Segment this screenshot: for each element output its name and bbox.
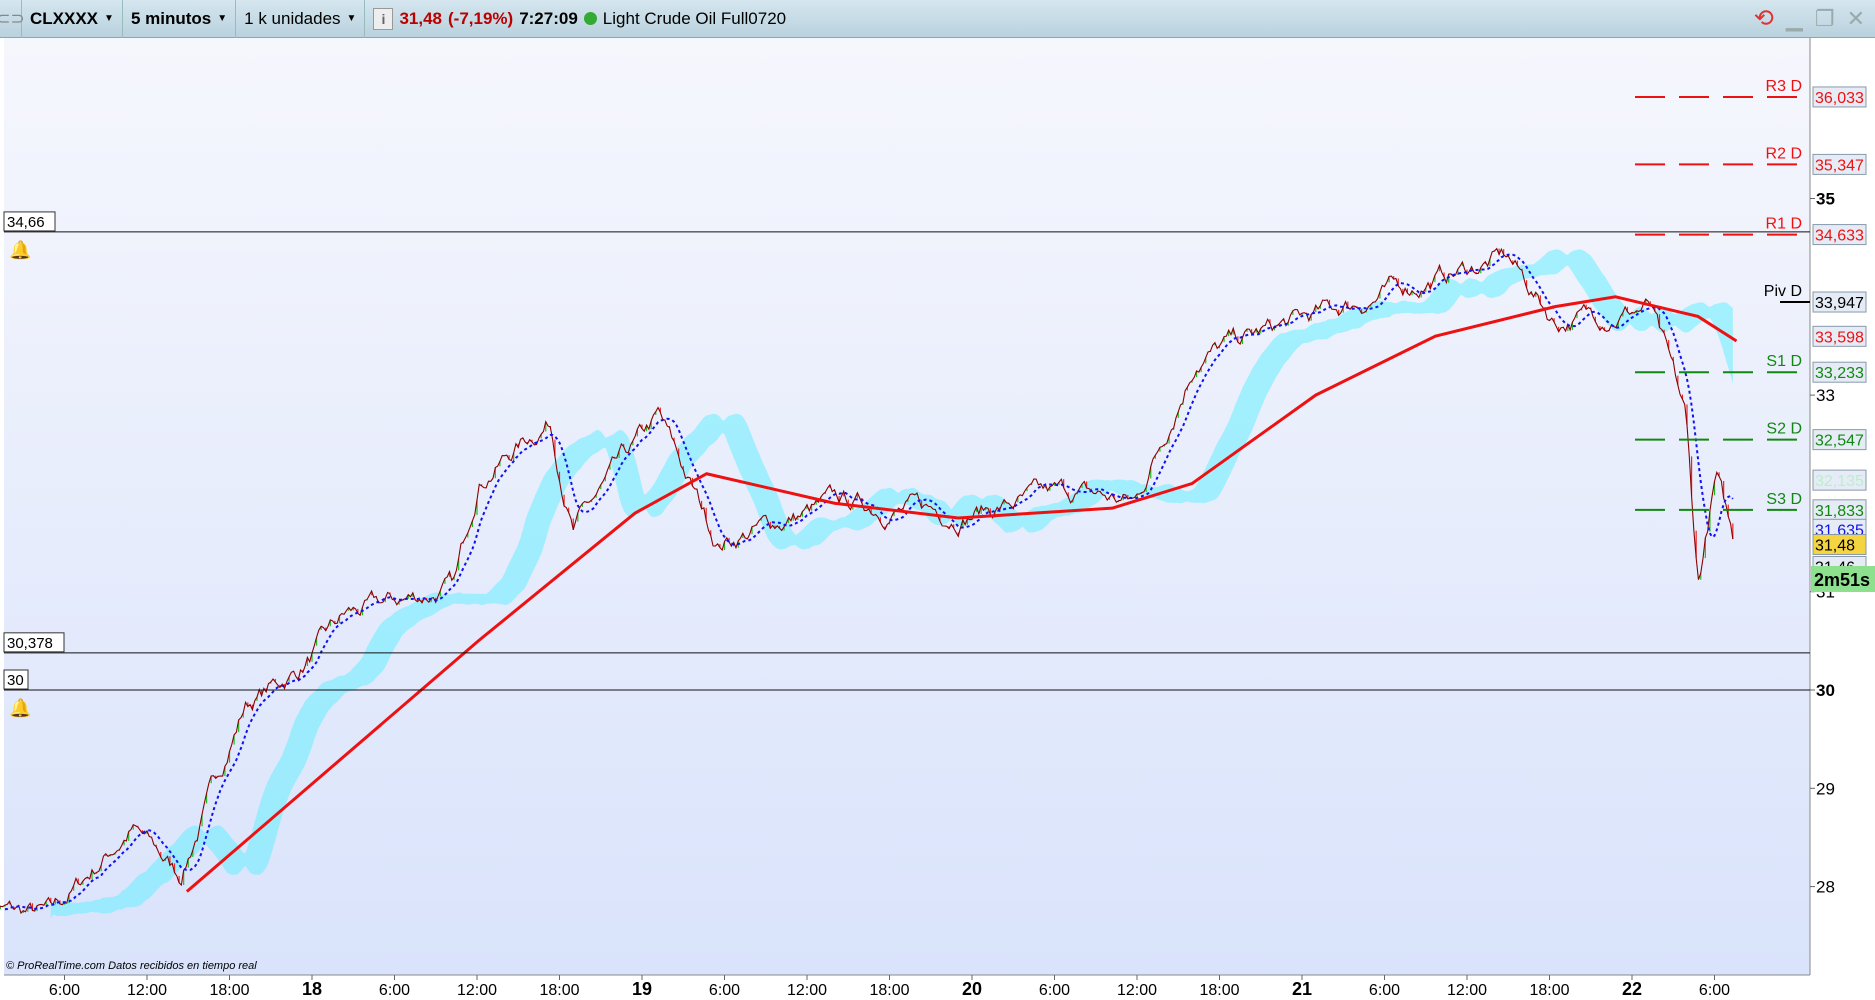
instrument-name: Light Crude Oil Full0720 [602,8,787,28]
y-tick-label: 30 [1816,681,1835,700]
x-tick-label: 18:00 [539,982,579,999]
instrument-selector[interactable]: CLXXXX ▼ [22,0,123,38]
x-tick-label: 6:00 [49,982,80,999]
x-tick-label: 6:00 [1699,982,1730,999]
chevron-down-icon: ▼ [346,13,357,24]
timeframe-label: 5 minutos [130,8,212,28]
x-tick-label: 12:00 [127,982,167,999]
pivot-name: S1 D [1766,353,1802,370]
pivot-value: 31,833 [1815,503,1864,520]
pivot-name: Piv D [1764,283,1802,300]
pivot-value: 33,947 [1815,295,1864,312]
y-tick-label: 28 [1816,878,1835,897]
price-chart[interactable]: 34,66 🔔 30,378 30 🔔 R3 D R2 D R1 D Piv D S1 D S2 D… [0,0,1875,1000]
countdown-text: 2m51s [1814,570,1870,590]
y-tick-label: 35 [1816,190,1835,209]
line-label: 34,66 [7,214,45,231]
x-tick-label: 22 [1622,979,1642,999]
x-tick-label: 20 [962,979,982,999]
chevron-down-icon: ▼ [104,13,114,24]
y-tick-label: 29 [1816,779,1835,798]
link-icon[interactable]: ⊂⊃ [0,0,25,38]
x-tick-label: 18 [302,979,322,999]
x-tick-label: 18:00 [1199,982,1239,999]
chart-toolbar: ⊂⊃ CLXXXX ▼ 5 minutos ▼ 1 k unidades ▼ i 31… [0,0,1875,38]
x-tick-label: 12:00 [1117,982,1157,999]
info-icon[interactable]: i [373,7,394,30]
x-tick-label: 21 [1292,979,1312,999]
y-tick-label: 33 [1816,386,1835,405]
realtime-status-icon [583,12,597,25]
x-tick-label: 18:00 [869,982,909,999]
pivot-value: 35,347 [1815,157,1864,174]
close-icon[interactable]: ✕ [1847,6,1865,32]
timeframe-selector[interactable]: 5 minutos ▼ [123,0,237,38]
x-tick-label: 6:00 [1039,982,1070,999]
x-tick-label: 6:00 [379,982,410,999]
alert-bell-icon: 🔔 [9,698,31,718]
units-selector[interactable]: 1 k unidades ▼ [236,0,366,38]
minimize-icon[interactable]: ▁ [1786,6,1803,32]
copyright-text: © ProRealTime.com Datos recibidos en tie… [6,960,257,972]
line-label: 30 [7,672,24,689]
pivot-name: R3 D [1766,78,1802,95]
restore-icon[interactable]: ❐ [1815,6,1835,32]
x-tick-label: 19 [632,979,652,999]
quote-info: i 31,48 (-7,19%) 7:27:09 Light Crude Oil… [365,0,794,38]
axis-marker-value: 31,48 [1815,538,1855,555]
pivot-value: 34,633 [1815,228,1864,245]
pivot-value: 33,233 [1815,365,1864,382]
x-tick-label: 6:00 [709,982,740,999]
x-tick-label: 12:00 [787,982,827,999]
pivot-value: 36,033 [1815,90,1864,107]
pivot-name: S3 D [1766,491,1802,508]
last-price: 31,48 [399,8,442,28]
x-tick-label: 6:00 [1369,982,1400,999]
copyright: © ProRealTime.com [6,960,105,972]
x-tick-label: 18:00 [209,982,249,999]
alert-bell-icon: 🔔 [9,240,31,260]
pivot-name: R1 D [1766,216,1802,233]
price-change: (-7,19%) [448,8,514,28]
instrument-label: CLXXXX [30,8,99,28]
x-tick-label: 18:00 [1529,982,1569,999]
pivot-name: R2 D [1766,145,1802,162]
axis-marker-value: 32,135 [1815,473,1864,490]
axis-marker-value: 33,598 [1815,329,1864,346]
x-tick-label: 12:00 [457,982,497,999]
quote-time: 7:27:09 [519,8,578,28]
refresh-icon[interactable]: ⟲ [1754,4,1774,33]
realtime-notice: Datos recibidos en tiempo real [108,960,257,972]
pivot-name: S2 D [1766,421,1802,438]
line-label: 30,378 [7,635,53,652]
pivot-value: 32,547 [1815,433,1864,450]
chevron-down-icon: ▼ [217,13,228,24]
window-controls: ⟲ ▁ ❐ ✕ [1754,4,1875,33]
units-label: 1 k unidades [244,8,341,28]
x-tick-label: 12:00 [1447,982,1487,999]
